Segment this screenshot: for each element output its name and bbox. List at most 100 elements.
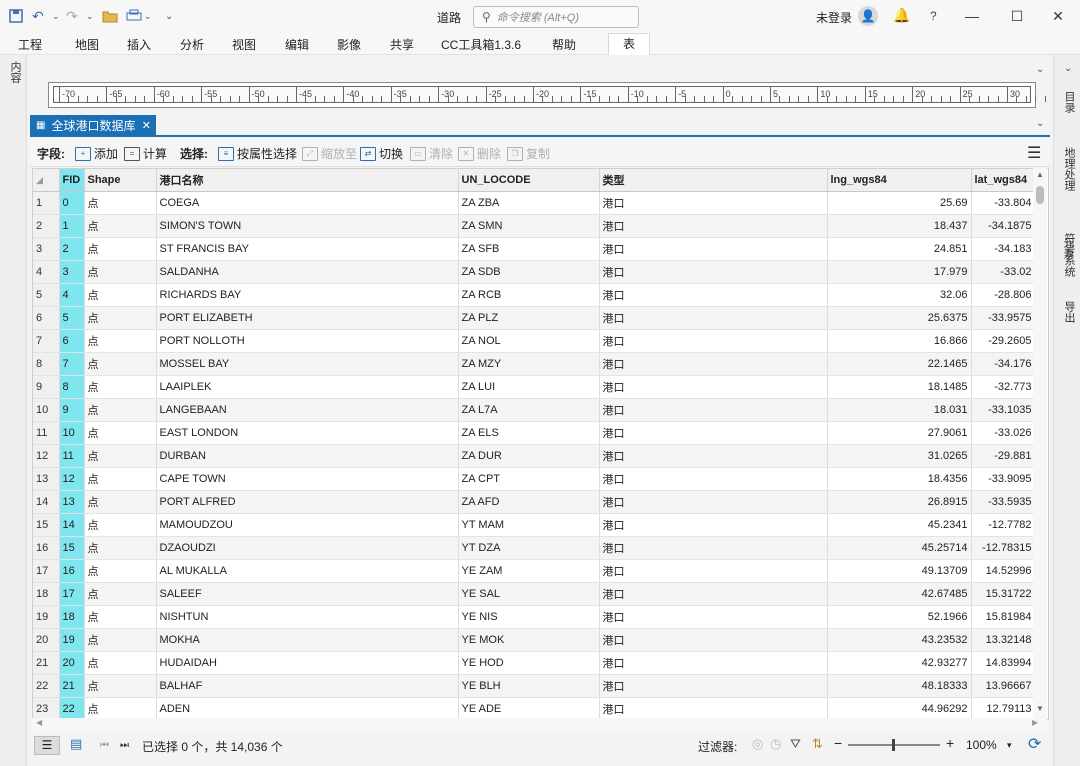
maximize-button[interactable]: ☐ <box>1006 6 1028 26</box>
open-folder-icon[interactable] <box>102 7 118 25</box>
cell-shape[interactable]: 点 <box>84 375 157 399</box>
notification-bell-icon[interactable]: 🔔 <box>893 7 910 24</box>
menu-share[interactable]: 共享 <box>390 36 414 53</box>
user-avatar-icon[interactable]: 👤 <box>858 6 878 26</box>
column-header-fid[interactable]: FID <box>59 169 85 192</box>
cell-lat[interactable]: -34.183 <box>971 237 1036 261</box>
cell-shape[interactable]: 点 <box>84 214 157 238</box>
filter-time-icon[interactable]: ◷ <box>770 736 781 752</box>
cell-type[interactable]: 港口 <box>599 398 828 422</box>
cell-un-locode[interactable]: ZA MZY <box>458 352 600 376</box>
cell-lat[interactable]: 15.31722 <box>971 582 1036 606</box>
first-record-icon[interactable]: ⏮ <box>100 740 109 751</box>
cell-port-name[interactable]: MAMOUDZOU <box>156 513 459 537</box>
login-status[interactable]: 未登录 <box>816 9 852 26</box>
table-row[interactable]: 7 6 点 PORT NOLLOTH ZA NOL 港口 16.866 -29.2605 <box>33 329 1036 353</box>
cell-port-name[interactable]: COEGA <box>156 191 459 215</box>
table-row[interactable]: 15 14 点 MAMOUDZOU YT MAM 港口 45.2341 -12.7782 <box>33 513 1036 537</box>
sort-icon[interactable]: ⇅ <box>812 736 823 752</box>
cell-lng[interactable]: 25.6375 <box>827 306 972 330</box>
row-number[interactable]: 6 <box>33 306 60 330</box>
chevron-down-icon[interactable]: ⌄ <box>1036 64 1044 75</box>
cell-shape[interactable]: 点 <box>84 398 157 422</box>
cell-fid[interactable]: 5 <box>59 306 85 330</box>
cell-fid[interactable]: 13 <box>59 490 85 514</box>
cell-lng[interactable]: 18.1485 <box>827 375 972 399</box>
vertical-scroll-thumb[interactable] <box>1036 186 1044 204</box>
cell-shape[interactable]: 点 <box>84 352 157 376</box>
menu-project[interactable]: 工程 <box>18 36 42 53</box>
row-number[interactable]: 16 <box>33 536 60 560</box>
row-number[interactable]: 10 <box>33 398 60 422</box>
cell-fid[interactable]: 14 <box>59 513 85 537</box>
table-row[interactable]: 4 3 点 SALDANHA ZA SDB 港口 17.979 -33.02 <box>33 260 1036 284</box>
cell-port-name[interactable]: LAAIPLEK <box>156 375 459 399</box>
chevron-down-icon[interactable]: ⌄ <box>1064 63 1072 74</box>
cell-lat[interactable]: -29.881 <box>971 444 1036 468</box>
cell-fid[interactable]: 16 <box>59 559 85 583</box>
cell-type[interactable]: 港口 <box>599 490 828 514</box>
chevron-down-icon[interactable]: ⌄ <box>144 7 152 25</box>
cell-lat[interactable]: 14.52996 <box>971 559 1036 583</box>
show-all-records-icon[interactable]: ☰ <box>34 736 60 755</box>
cell-lat[interactable]: -28.806 <box>971 283 1036 307</box>
table-row[interactable]: 11 10 点 EAST LONDON ZA ELS 港口 27.9061 -33.026 <box>33 421 1036 445</box>
cell-lng[interactable]: 44.96292 <box>827 697 972 719</box>
cell-port-name[interactable]: BALHAF <box>156 674 459 698</box>
redo-icon[interactable]: ↷ <box>66 7 78 25</box>
cell-lat[interactable]: -33.5935 <box>971 490 1036 514</box>
cell-fid[interactable]: 12 <box>59 467 85 491</box>
cell-lng[interactable]: 17.979 <box>827 260 972 284</box>
cell-lng[interactable]: 18.437 <box>827 214 972 238</box>
cell-type[interactable]: 港口 <box>599 329 828 353</box>
menu-imagery[interactable]: 影像 <box>337 36 361 53</box>
cell-fid[interactable]: 3 <box>59 260 85 284</box>
menu-view[interactable]: 视图 <box>232 36 256 53</box>
cell-type[interactable]: 港口 <box>599 651 828 675</box>
cell-fid[interactable]: 1 <box>59 214 85 238</box>
cell-shape[interactable]: 点 <box>84 490 157 514</box>
geoprocessing-pane-tab[interactable]: 地理处理 <box>1061 147 1077 191</box>
cell-un-locode[interactable]: YT MAM <box>458 513 600 537</box>
cell-lat[interactable]: -29.2605 <box>971 329 1036 353</box>
cell-port-name[interactable]: PORT ELIZABETH <box>156 306 459 330</box>
cell-shape[interactable]: 点 <box>84 513 157 537</box>
cell-lng[interactable]: 42.93277 <box>827 651 972 675</box>
cell-un-locode[interactable]: ZA L7A <box>458 398 600 422</box>
cell-shape[interactable]: 点 <box>84 697 157 719</box>
cell-lat[interactable]: -34.1875 <box>971 214 1036 238</box>
column-header-lng[interactable]: lng_wgs84 <box>827 169 972 192</box>
table-row[interactable]: 10 9 点 LANGEBAAN ZA L7A 港口 18.031 -33.1035 <box>33 398 1036 422</box>
cell-fid[interactable]: 6 <box>59 329 85 353</box>
cell-type[interactable]: 港口 <box>599 697 828 719</box>
menu-help[interactable]: 帮助 <box>552 36 576 53</box>
cell-un-locode[interactable]: ZA ELS <box>458 421 600 445</box>
cell-shape[interactable]: 点 <box>84 582 157 606</box>
cell-lng[interactable]: 18.4356 <box>827 467 972 491</box>
table-row[interactable]: 1 0 点 COEGA ZA ZBA 港口 25.69 -33.804 <box>33 191 1036 215</box>
close-button[interactable]: ✕ <box>1047 6 1069 26</box>
chevron-down-icon[interactable]: ⌄ <box>52 7 60 25</box>
cell-shape[interactable]: 点 <box>84 237 157 261</box>
cell-port-name[interactable]: NISHTUN <box>156 605 459 629</box>
cell-shape[interactable]: 点 <box>84 444 157 468</box>
cell-lat[interactable]: 14.83994 <box>971 651 1036 675</box>
cell-lng[interactable]: 48.18333 <box>827 674 972 698</box>
cell-fid[interactable]: 9 <box>59 398 85 422</box>
cell-lng[interactable]: 45.2341 <box>827 513 972 537</box>
help-button[interactable]: ? <box>930 9 937 23</box>
cell-fid[interactable]: 15 <box>59 536 85 560</box>
table-row[interactable]: 3 2 点 ST FRANCIS BAY ZA SFB 港口 24.851 -34.183 <box>33 237 1036 261</box>
row-number[interactable]: 15 <box>33 513 60 537</box>
cell-un-locode[interactable]: ZA SFB <box>458 237 600 261</box>
contents-pane-tab[interactable]: 内容 <box>7 61 23 83</box>
cell-port-name[interactable]: RICHARDS BAY <box>156 283 459 307</box>
cell-shape[interactable]: 点 <box>84 674 157 698</box>
minimize-button[interactable]: — <box>961 6 983 26</box>
cell-shape[interactable]: 点 <box>84 628 157 652</box>
cell-shape[interactable]: 点 <box>84 651 157 675</box>
cell-port-name[interactable]: PORT ALFRED <box>156 490 459 514</box>
row-number[interactable]: 20 <box>33 628 60 652</box>
cell-port-name[interactable]: EAST LONDON <box>156 421 459 445</box>
table-row[interactable]: 23 22 点 ADEN YE ADE 港口 44.96292 12.79113 <box>33 697 1036 719</box>
